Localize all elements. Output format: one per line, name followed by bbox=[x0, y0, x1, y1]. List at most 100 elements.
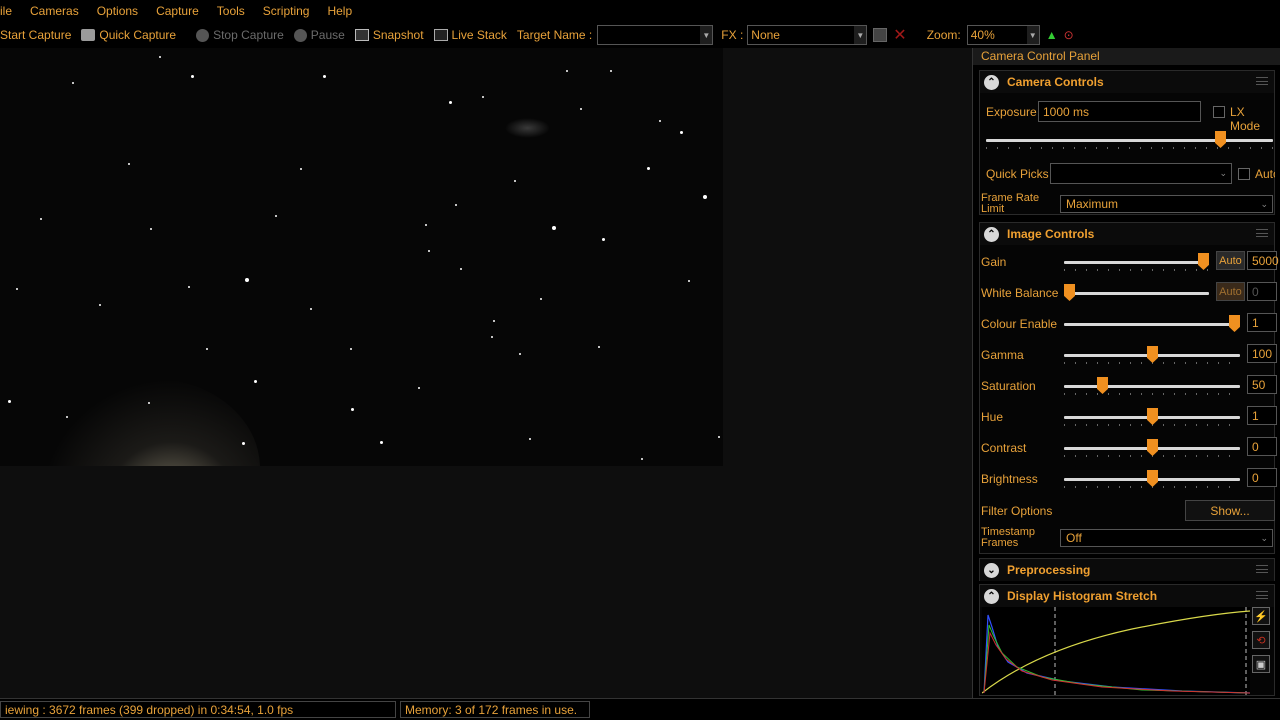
chevron-up-icon[interactable]: ⌃ bbox=[984, 588, 999, 604]
contrast-slider[interactable] bbox=[1064, 439, 1240, 457]
start-capture-button[interactable]: Start Capture bbox=[0, 28, 71, 42]
brightness-value[interactable]: 0 bbox=[1247, 468, 1277, 487]
contrast-label: Contrast bbox=[981, 441, 1027, 455]
chevron-up-icon[interactable]: ⌃ bbox=[984, 74, 999, 90]
filter-show-button[interactable]: Show... bbox=[1185, 500, 1275, 521]
gain-slider-thumb[interactable] bbox=[1198, 253, 1209, 270]
white-balance-slider[interactable] bbox=[1064, 284, 1209, 301]
gamma-value[interactable]: 100 bbox=[1247, 344, 1277, 363]
chevron-down-icon[interactable]: ▼ bbox=[700, 26, 713, 44]
star bbox=[380, 441, 383, 444]
chevron-down-icon[interactable]: ⌄ bbox=[984, 562, 999, 578]
white-balance-slider-thumb[interactable] bbox=[1064, 284, 1075, 301]
auto-quick-pick-checkbox[interactable] bbox=[1238, 168, 1250, 180]
saturation-value[interactable]: 50 bbox=[1247, 375, 1277, 394]
exposure-slider[interactable] bbox=[986, 131, 1273, 149]
auto-stretch-icon[interactable]: ⚡ bbox=[1252, 607, 1270, 625]
contrast-slider-thumb[interactable] bbox=[1147, 439, 1158, 456]
fx-select[interactable]: None ▼ bbox=[747, 25, 868, 45]
hue-slider-thumb[interactable] bbox=[1147, 408, 1158, 425]
zoom-select[interactable]: 40% ▼ bbox=[966, 25, 1040, 45]
grip-icon[interactable] bbox=[1256, 591, 1268, 599]
star bbox=[659, 120, 661, 122]
menu-file[interactable]: ile bbox=[0, 4, 21, 18]
auto-quick-pick-label: Auto bbox=[1255, 167, 1275, 181]
brightness-slider[interactable] bbox=[1064, 470, 1240, 488]
timestamp-value: Off bbox=[1066, 531, 1082, 545]
grip-icon[interactable] bbox=[1256, 565, 1268, 573]
histogram-green bbox=[983, 624, 1250, 694]
fx-clear-icon[interactable]: ✕ bbox=[893, 25, 906, 45]
chevron-down-icon[interactable]: ⌄ bbox=[1260, 199, 1268, 210]
star bbox=[242, 442, 245, 445]
menu-tools[interactable]: Tools bbox=[208, 4, 254, 18]
star bbox=[300, 168, 302, 170]
exposure-slider-track bbox=[986, 139, 1273, 142]
gamma-slider-thumb[interactable] bbox=[1147, 346, 1158, 363]
camera-controls-heading: Camera Controls bbox=[1007, 75, 1104, 89]
chevron-down-icon[interactable]: ⌄ bbox=[1260, 533, 1268, 544]
gamma-slider[interactable] bbox=[1064, 346, 1240, 364]
hue-label: Hue bbox=[981, 410, 1004, 424]
grip-icon[interactable] bbox=[1256, 229, 1268, 237]
save-icon[interactable]: ▣ bbox=[1252, 655, 1270, 673]
menu-capture[interactable]: Capture bbox=[147, 4, 208, 18]
menu-cameras[interactable]: Cameras bbox=[21, 4, 88, 18]
snapshot-button[interactable]: Snapshot bbox=[354, 28, 424, 42]
start-capture-label: Start Capture bbox=[0, 28, 72, 42]
fx-settings-icon[interactable] bbox=[873, 28, 888, 42]
brightness-slider-thumb[interactable] bbox=[1147, 470, 1158, 487]
pause-button[interactable]: Pause bbox=[293, 28, 345, 42]
viewing-status: iewing : 3672 frames (399 dropped) in 0:… bbox=[0, 701, 396, 718]
quick-picks-select[interactable]: ⌄ bbox=[1050, 163, 1232, 184]
exposure-label: Exposure bbox=[986, 105, 1037, 119]
chevron-up-icon[interactable]: ⌃ bbox=[984, 226, 999, 242]
star bbox=[552, 226, 556, 230]
lx-mode-label: LX Mode bbox=[1230, 105, 1261, 133]
reset-icon[interactable]: ⟲ bbox=[1252, 631, 1270, 649]
chevron-down-icon[interactable]: ▼ bbox=[1026, 26, 1039, 44]
exposure-slider-thumb[interactable] bbox=[1215, 131, 1226, 148]
gain-slider[interactable] bbox=[1064, 253, 1209, 271]
colour-enable-slider-track bbox=[1064, 323, 1240, 326]
white-balance-auto-button[interactable]: Auto bbox=[1216, 282, 1245, 301]
colour-enable-slider[interactable] bbox=[1064, 315, 1240, 332]
live-stack-button[interactable]: Live Stack bbox=[433, 28, 507, 42]
grip-icon[interactable] bbox=[1256, 77, 1268, 85]
chevron-down-icon[interactable]: ⌄ bbox=[1219, 168, 1227, 179]
exposure-input[interactable]: 1000 ms bbox=[1038, 101, 1201, 122]
image-viewport[interactable] bbox=[0, 48, 972, 698]
star bbox=[245, 278, 249, 282]
colour-enable-slider-thumb[interactable] bbox=[1229, 315, 1240, 332]
menu-help[interactable]: Help bbox=[318, 4, 361, 18]
reticle-icon[interactable]: ⊙ bbox=[1064, 28, 1074, 42]
saturation-slider-thumb[interactable] bbox=[1097, 377, 1108, 394]
hue-slider[interactable] bbox=[1064, 408, 1240, 426]
histogram-plot[interactable] bbox=[982, 607, 1250, 695]
histogram-blue bbox=[983, 614, 1250, 694]
gain-value[interactable]: 5000 bbox=[1247, 251, 1279, 270]
hue-value[interactable]: 1 bbox=[1247, 406, 1277, 425]
image-controls-header[interactable]: ⌃ Image Controls bbox=[980, 223, 1274, 245]
target-name-input[interactable]: ▼ bbox=[597, 25, 714, 45]
timestamp-select[interactable]: Off ⌄ bbox=[1060, 529, 1273, 547]
preprocessing-header[interactable]: ⌄ Preprocessing bbox=[980, 559, 1274, 581]
chevron-down-icon[interactable]: ▼ bbox=[854, 26, 867, 44]
menu-options[interactable]: Options bbox=[88, 4, 147, 18]
frame-rate-select[interactable]: Maximum ⌄ bbox=[1060, 195, 1273, 213]
star bbox=[351, 408, 354, 411]
saturation-slider[interactable] bbox=[1064, 377, 1240, 395]
menu-scripting[interactable]: Scripting bbox=[254, 4, 319, 18]
colour-enable-value[interactable]: 1 bbox=[1247, 313, 1277, 332]
stop-capture-button[interactable]: Stop Capture bbox=[196, 28, 284, 42]
histogram-header[interactable]: ⌃ Display Histogram Stretch bbox=[980, 585, 1274, 607]
brightness-label: Brightness bbox=[981, 472, 1038, 486]
gain-auto-button[interactable]: Auto bbox=[1216, 251, 1245, 270]
quick-capture-button[interactable]: Quick Capture bbox=[81, 28, 176, 42]
histogram-mini-icon[interactable]: ▲ bbox=[1046, 28, 1058, 42]
contrast-value[interactable]: 0 bbox=[1247, 437, 1277, 456]
lx-mode-checkbox[interactable] bbox=[1213, 106, 1225, 118]
snapshot-icon bbox=[354, 29, 369, 41]
white-balance-value[interactable]: 0 bbox=[1247, 282, 1277, 301]
camera-controls-header[interactable]: ⌃ Camera Controls bbox=[980, 71, 1274, 93]
